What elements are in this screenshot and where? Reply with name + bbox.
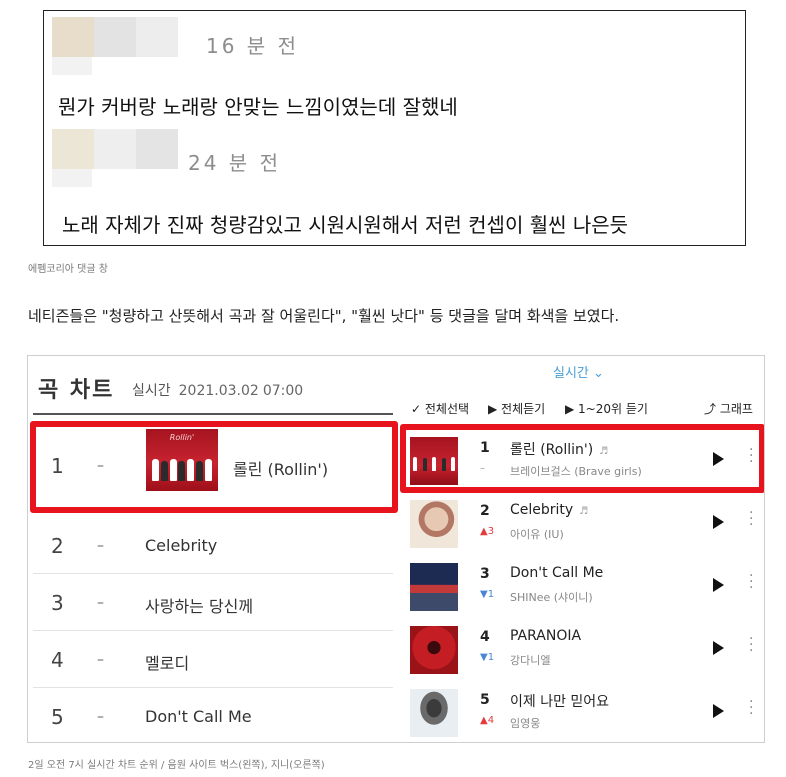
rank-change: ▼1	[480, 589, 495, 600]
music-chart-screenshot: 곡 차트 실시간 2021.03.02 07:00 1 – Rollin' 롤린 (…	[27, 355, 765, 743]
song-title[interactable]: 이제 나만 믿어요	[510, 691, 609, 711]
comment-time: 16 분 전	[206, 34, 299, 58]
album-cover[interactable]	[410, 563, 458, 611]
rank-change: ▼1	[480, 652, 495, 663]
chart-row[interactable]: 2 ▲3 Celebrity ♬ 아이유 (IU) · · ·	[400, 492, 764, 555]
more-icon[interactable]: · · ·	[749, 506, 753, 532]
lyrics-icon: ♬	[579, 506, 589, 517]
chevron-down-icon: ⌄	[593, 366, 604, 381]
divider	[33, 413, 393, 415]
song-title[interactable]: Don't Call Me	[145, 707, 252, 726]
rank-number: 4	[480, 629, 490, 645]
chart-date: 2021.03.02	[178, 383, 259, 399]
chart-row[interactable]: 4 ▼1 PARANOIA 강다니엘 · · ·	[400, 618, 764, 681]
highlight-box	[30, 421, 398, 513]
song-title[interactable]: 멜로디	[145, 650, 189, 674]
chart-row[interactable]: 3 ▼1 Don't Call Me SHINee (샤이니) · · ·	[400, 555, 764, 618]
more-icon[interactable]: · · ·	[749, 632, 753, 658]
rank-number: 2	[480, 503, 490, 519]
more-icon[interactable]: · · ·	[749, 569, 753, 595]
rank-number: 4	[51, 648, 64, 672]
play-icon[interactable]	[713, 641, 724, 655]
chart-row[interactable]: 3 – 사랑하는 당신께	[33, 574, 393, 631]
comment-text: 뭔가 커버랑 노래랑 안맞는 느낌이였는데 잘했네	[58, 95, 458, 119]
highlight-box	[400, 424, 764, 493]
realtime-dropdown[interactable]: 실시간 ⌄	[553, 362, 604, 381]
song-title[interactable]: 사랑하는 당신께	[145, 593, 253, 617]
chart-row[interactable]: 4 – 멜로디	[33, 631, 393, 688]
realtime-label: 실시간	[553, 366, 589, 381]
comment-time: 24 분 전	[188, 151, 281, 175]
chart-subtitle: 실시간 2021.03.02 07:00	[132, 380, 303, 400]
chart-title: 곡 차트	[38, 378, 115, 403]
album-cover[interactable]	[410, 689, 458, 737]
more-icon[interactable]: · · ·	[749, 695, 753, 721]
chart-mode: 실시간	[132, 383, 171, 399]
album-cover[interactable]	[410, 626, 458, 674]
chart-row[interactable]: 2 – Celebrity	[33, 517, 393, 574]
rank-number: 5	[480, 692, 490, 708]
rank-change: –	[97, 709, 104, 725]
artist-name[interactable]: SHINee (샤이니)	[510, 589, 593, 605]
blurred-username	[52, 129, 184, 187]
song-title-text: Celebrity	[510, 502, 574, 518]
comment-text: 노래 자체가 진짜 청량감있고 시원시원해서 저런 컨셉이 훨씬 나은듯	[62, 213, 629, 237]
artist-name[interactable]: 아이유 (IU)	[510, 526, 564, 542]
comment-screenshot: 16 분 전 뭔가 커버랑 노래랑 안맞는 느낌이였는데 잘했네 24 분 전 …	[43, 10, 746, 246]
album-cover[interactable]	[410, 500, 458, 548]
play-top20-button[interactable]: ▶ 1~20위 듣기	[565, 400, 648, 417]
rank-number: 3	[480, 566, 490, 582]
rank-number: 5	[51, 705, 64, 729]
song-title[interactable]: Don't Call Me	[510, 565, 603, 581]
select-all-button[interactable]: ✓ 전체선택	[411, 400, 469, 417]
song-title[interactable]: Celebrity	[145, 536, 217, 555]
rank-change: –	[97, 652, 104, 668]
rank-change: –	[97, 538, 104, 554]
play-all-button[interactable]: ▶ 전체듣기	[488, 400, 545, 417]
article-paragraph: 네티즌들은 "청량하고 산뜻해서 곡과 잘 어울린다", "훨씬 낫다" 등 댓…	[28, 307, 620, 325]
blurred-username	[52, 17, 184, 75]
play-icon[interactable]	[713, 515, 724, 529]
chart-time: 07:00	[262, 383, 304, 399]
rank-change: ▲3	[480, 526, 495, 537]
image-caption: 에펨코리아 댓글 창	[28, 264, 108, 275]
play-icon[interactable]	[713, 578, 724, 592]
artist-name[interactable]: 강다니엘	[510, 652, 550, 668]
song-title[interactable]: PARANOIA	[510, 628, 581, 644]
song-title[interactable]: Celebrity ♬	[510, 502, 588, 518]
chart-row[interactable]: 5 – Don't Call Me	[33, 688, 393, 742]
artist-name[interactable]: 임영웅	[510, 715, 540, 731]
play-icon[interactable]	[713, 704, 724, 718]
graph-button[interactable]: ⤴ 그래프	[704, 400, 753, 417]
rank-number: 2	[51, 534, 64, 558]
rank-number: 3	[51, 591, 64, 615]
chart-row[interactable]: 5 ▲4 이제 나만 믿어요 임영웅 · · ·	[400, 681, 764, 742]
rank-change: –	[97, 595, 104, 611]
rank-change: ▲4	[480, 715, 495, 726]
image-caption: 2일 오전 7시 실시간 차트 순위 / 음원 사이트 벅스(왼쪽), 지니(오…	[28, 760, 325, 771]
